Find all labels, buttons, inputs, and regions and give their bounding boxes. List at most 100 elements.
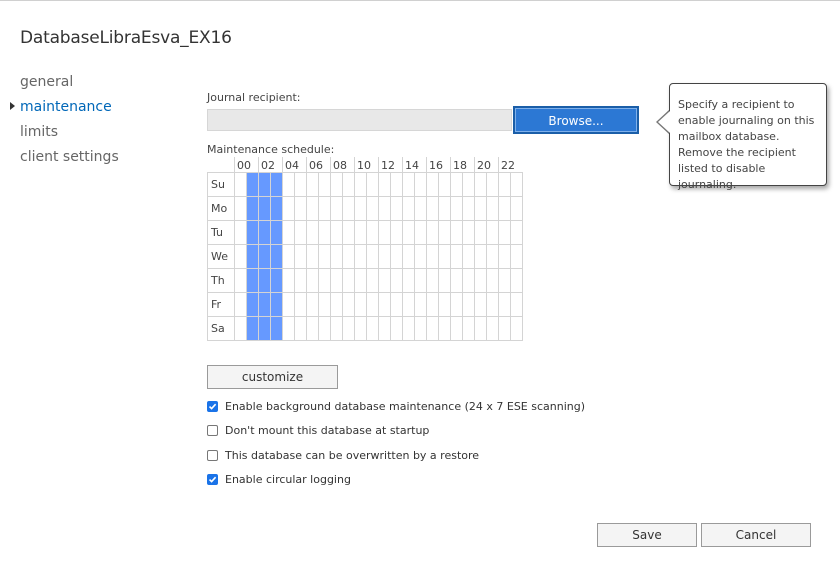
schedule-cell[interactable] (354, 171, 367, 197)
schedule-cell[interactable] (486, 315, 499, 341)
option-background-maintenance[interactable]: Enable background database maintenance (… (207, 398, 585, 414)
schedule-cell[interactable] (390, 171, 403, 197)
schedule-cell[interactable] (342, 315, 355, 341)
schedule-cell[interactable] (450, 243, 463, 269)
schedule-cell[interactable] (498, 219, 511, 245)
schedule-cell[interactable] (390, 195, 403, 221)
schedule-cell[interactable] (402, 171, 415, 197)
nav-item-maintenance[interactable]: maintenance (10, 98, 119, 123)
option-circular-logging[interactable]: Enable circular logging (207, 471, 351, 487)
schedule-cell[interactable] (354, 219, 367, 245)
save-button[interactable]: Save (597, 523, 697, 547)
schedule-cell[interactable] (258, 195, 271, 221)
schedule-cell[interactable] (294, 315, 307, 341)
schedule-cell[interactable] (414, 291, 427, 317)
schedule-cell[interactable] (294, 171, 307, 197)
schedule-cell[interactable] (258, 267, 271, 293)
customize-button[interactable]: customize (207, 365, 338, 389)
schedule-cell[interactable] (270, 291, 283, 317)
schedule-cell[interactable] (426, 267, 439, 293)
schedule-cell[interactable] (330, 195, 343, 221)
schedule-cell[interactable] (318, 195, 331, 221)
schedule-cell[interactable] (510, 195, 523, 221)
schedule-cell[interactable] (402, 267, 415, 293)
schedule-cell[interactable] (306, 195, 319, 221)
schedule-cell[interactable] (258, 171, 271, 197)
schedule-cell[interactable] (402, 291, 415, 317)
schedule-cell[interactable] (498, 267, 511, 293)
schedule-cell[interactable] (258, 291, 271, 317)
schedule-cell[interactable] (390, 315, 403, 341)
schedule-cell[interactable] (330, 171, 343, 197)
schedule-cell[interactable] (354, 195, 367, 221)
nav-item-general[interactable]: general (20, 73, 119, 98)
schedule-cell[interactable] (474, 219, 487, 245)
schedule-cell[interactable] (234, 243, 247, 269)
schedule-cell[interactable] (234, 267, 247, 293)
schedule-cell[interactable] (438, 267, 451, 293)
schedule-cell[interactable] (426, 291, 439, 317)
schedule-cell[interactable] (474, 315, 487, 341)
schedule-cell[interactable] (426, 315, 439, 341)
schedule-cell[interactable] (318, 171, 331, 197)
schedule-cell[interactable] (498, 171, 511, 197)
schedule-cell[interactable] (342, 267, 355, 293)
schedule-cell[interactable] (462, 267, 475, 293)
background-maintenance-checkbox[interactable] (207, 400, 218, 412)
schedule-cell[interactable] (294, 195, 307, 221)
dont-mount-checkbox[interactable] (207, 424, 218, 436)
schedule-cell[interactable] (294, 219, 307, 245)
schedule-cell[interactable] (270, 267, 283, 293)
cancel-button[interactable]: Cancel (701, 523, 811, 547)
schedule-cell[interactable] (282, 195, 295, 221)
schedule-cell[interactable] (318, 291, 331, 317)
nav-item-client-settings[interactable]: client settings (20, 148, 119, 173)
schedule-cell[interactable] (294, 243, 307, 269)
schedule-cell[interactable] (246, 243, 259, 269)
schedule-cell[interactable] (270, 219, 283, 245)
schedule-cell[interactable] (318, 267, 331, 293)
schedule-cell[interactable] (306, 315, 319, 341)
schedule-cell[interactable] (246, 219, 259, 245)
schedule-cell[interactable] (414, 243, 427, 269)
schedule-cell[interactable] (330, 291, 343, 317)
journal-recipient-field[interactable] (207, 109, 512, 131)
schedule-cell[interactable] (438, 171, 451, 197)
schedule-cell[interactable] (258, 315, 271, 341)
schedule-cell[interactable] (474, 195, 487, 221)
schedule-cell[interactable] (354, 315, 367, 341)
schedule-cell[interactable] (462, 171, 475, 197)
schedule-cell[interactable] (354, 243, 367, 269)
schedule-cell[interactable] (498, 315, 511, 341)
schedule-cell[interactable] (402, 315, 415, 341)
schedule-cell[interactable] (282, 171, 295, 197)
schedule-cell[interactable] (306, 219, 319, 245)
schedule-cell[interactable] (234, 291, 247, 317)
schedule-cell[interactable] (366, 195, 379, 221)
schedule-cell[interactable] (378, 243, 391, 269)
schedule-cell[interactable] (486, 267, 499, 293)
schedule-cell[interactable] (318, 219, 331, 245)
schedule-cell[interactable] (378, 195, 391, 221)
schedule-cell[interactable] (246, 171, 259, 197)
schedule-cell[interactable] (438, 243, 451, 269)
schedule-cell[interactable] (510, 267, 523, 293)
schedule-cell[interactable] (270, 171, 283, 197)
schedule-cell[interactable] (246, 195, 259, 221)
schedule-cell[interactable] (414, 195, 427, 221)
schedule-cell[interactable] (390, 243, 403, 269)
schedule-cell[interactable] (474, 291, 487, 317)
browse-button[interactable]: Browse... (513, 106, 639, 134)
schedule-cell[interactable] (342, 195, 355, 221)
schedule-cell[interactable] (402, 195, 415, 221)
schedule-cell[interactable] (390, 291, 403, 317)
schedule-cell[interactable] (366, 315, 379, 341)
schedule-cell[interactable] (462, 195, 475, 221)
schedule-cell[interactable] (270, 315, 283, 341)
schedule-cell[interactable] (246, 291, 259, 317)
schedule-cell[interactable] (366, 267, 379, 293)
schedule-cell[interactable] (450, 315, 463, 341)
schedule-cell[interactable] (330, 243, 343, 269)
schedule-cell[interactable] (414, 219, 427, 245)
schedule-cell[interactable] (438, 291, 451, 317)
